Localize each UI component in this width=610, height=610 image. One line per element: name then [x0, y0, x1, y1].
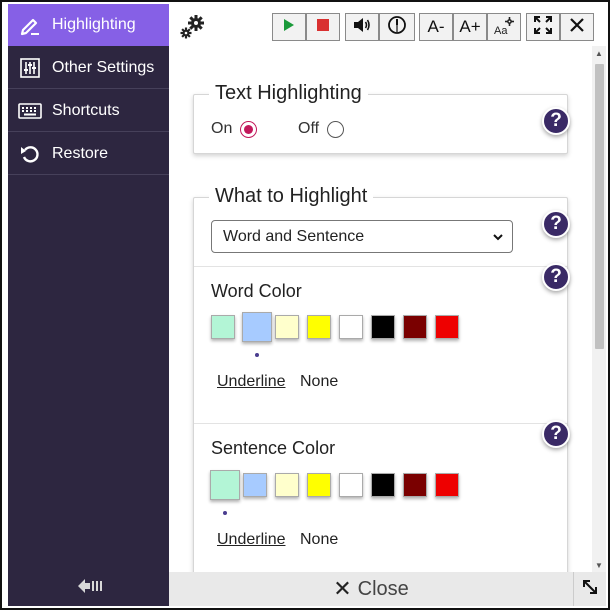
settings-panel: Text Highlighting ? On Off What to Highl…	[169, 46, 592, 572]
help-button[interactable]: ?	[542, 263, 570, 291]
stop-button[interactable]	[306, 13, 340, 41]
radio-off-label: Off	[298, 120, 320, 137]
sentence-color-swatch[interactable]	[210, 470, 240, 500]
play-icon	[283, 18, 295, 37]
speaker-icon	[353, 17, 371, 38]
word-color-swatch[interactable]	[275, 315, 299, 339]
word-color-title: Word Color	[211, 281, 302, 301]
scrollbar[interactable]: ▲ ▼	[592, 46, 606, 572]
decrease-font-button[interactable]: A-	[419, 13, 453, 41]
selected-indicator	[255, 353, 259, 357]
radio-on-input[interactable]	[240, 120, 258, 138]
sliders-icon	[8, 57, 52, 78]
close-bar-button[interactable]: ✕ Close	[169, 572, 573, 606]
radio-off[interactable]: Off	[298, 120, 345, 138]
pen-icon	[8, 14, 52, 36]
toolbar: A- A+ Aa	[169, 4, 606, 46]
word-color-swatch[interactable]	[339, 315, 363, 339]
close-bar-label: Close	[357, 577, 409, 600]
word-color-swatch[interactable]	[211, 315, 235, 339]
sentence-color-swatch[interactable]	[339, 473, 363, 497]
sidebar-item-restore[interactable]: Restore	[8, 133, 169, 175]
close-button[interactable]	[560, 13, 594, 41]
sidebar-item-shortcuts[interactable]: Shortcuts	[8, 90, 169, 132]
help-button[interactable]: ?	[542, 420, 570, 448]
help-button[interactable]: ?	[542, 210, 570, 238]
resize-icon	[581, 578, 599, 601]
close-icon	[570, 17, 584, 37]
speed-button[interactable]	[379, 13, 415, 41]
sentence-color-swatch[interactable]	[307, 473, 331, 497]
sidebar-item-label: Restore	[52, 144, 109, 162]
word-none-option[interactable]: None	[300, 373, 338, 391]
fullscreen-button[interactable]	[526, 13, 560, 41]
word-color-swatch[interactable]	[242, 312, 272, 342]
sentence-underline-option[interactable]: Underline	[217, 531, 285, 549]
sentence-color-swatch[interactable]	[243, 473, 267, 497]
increase-font-button[interactable]: A+	[453, 13, 487, 41]
word-color-swatch[interactable]	[435, 315, 459, 339]
sidebar-item-label: Other Settings	[52, 58, 155, 76]
scrollbar-thumb[interactable]	[595, 64, 604, 349]
sidebar-item-highlighting[interactable]: Highlighting	[8, 4, 169, 46]
highlight-mode-select[interactable]: Word and Sentence	[211, 220, 513, 253]
sidebar-item-label: Highlighting	[52, 16, 136, 33]
word-underline-option[interactable]: Underline	[217, 373, 285, 391]
text-settings-icon: Aa	[494, 17, 514, 37]
select-value: Word and Sentence	[223, 227, 365, 245]
collapse-left-icon[interactable]	[74, 574, 104, 598]
close-icon: ✕	[333, 576, 352, 601]
sentence-color-swatch[interactable]	[435, 473, 459, 497]
scroll-down-arrow-icon[interactable]: ▼	[592, 558, 606, 572]
section-title: What to Highlight	[209, 185, 374, 208]
restore-icon	[8, 143, 52, 165]
help-button[interactable]: ?	[542, 107, 570, 135]
sentence-color-swatch[interactable]	[403, 473, 427, 497]
radio-on[interactable]: On	[211, 120, 258, 138]
sentence-none-option[interactable]: None	[300, 531, 338, 549]
app-window: Highlighting Other Settings Shortcuts Re…	[0, 0, 610, 610]
sentence-color-title: Sentence Color	[211, 438, 336, 458]
text-settings-label: Aa	[494, 25, 508, 37]
word-color-swatch[interactable]	[371, 315, 395, 339]
gear-icon[interactable]	[177, 12, 207, 42]
selected-indicator	[223, 511, 227, 515]
section-title: Text Highlighting	[209, 82, 368, 105]
sidebar-item-other-settings[interactable]: Other Settings	[8, 47, 169, 89]
divider	[194, 423, 567, 424]
volume-button[interactable]	[345, 13, 379, 41]
keyboard-icon	[8, 102, 52, 119]
speedometer-icon	[387, 15, 407, 40]
scroll-up-arrow-icon[interactable]: ▲	[592, 46, 606, 60]
radio-off-input[interactable]	[327, 120, 345, 138]
text-settings-button[interactable]: Aa	[487, 13, 521, 41]
sidebar-item-label: Shortcuts	[52, 101, 120, 119]
expand-icon	[534, 15, 552, 39]
play-button[interactable]	[272, 13, 306, 41]
word-color-swatch[interactable]	[307, 315, 331, 339]
sidebar: Highlighting Other Settings Shortcuts Re…	[8, 4, 169, 606]
sentence-color-swatch[interactable]	[371, 473, 395, 497]
sentence-color-swatch[interactable]	[275, 473, 299, 497]
word-color-swatch[interactable]	[403, 315, 427, 339]
chevron-down-icon	[492, 230, 504, 248]
radio-on-label: On	[211, 120, 233, 137]
resize-handle[interactable]	[573, 572, 606, 606]
stop-icon	[317, 18, 329, 36]
divider	[194, 266, 567, 267]
